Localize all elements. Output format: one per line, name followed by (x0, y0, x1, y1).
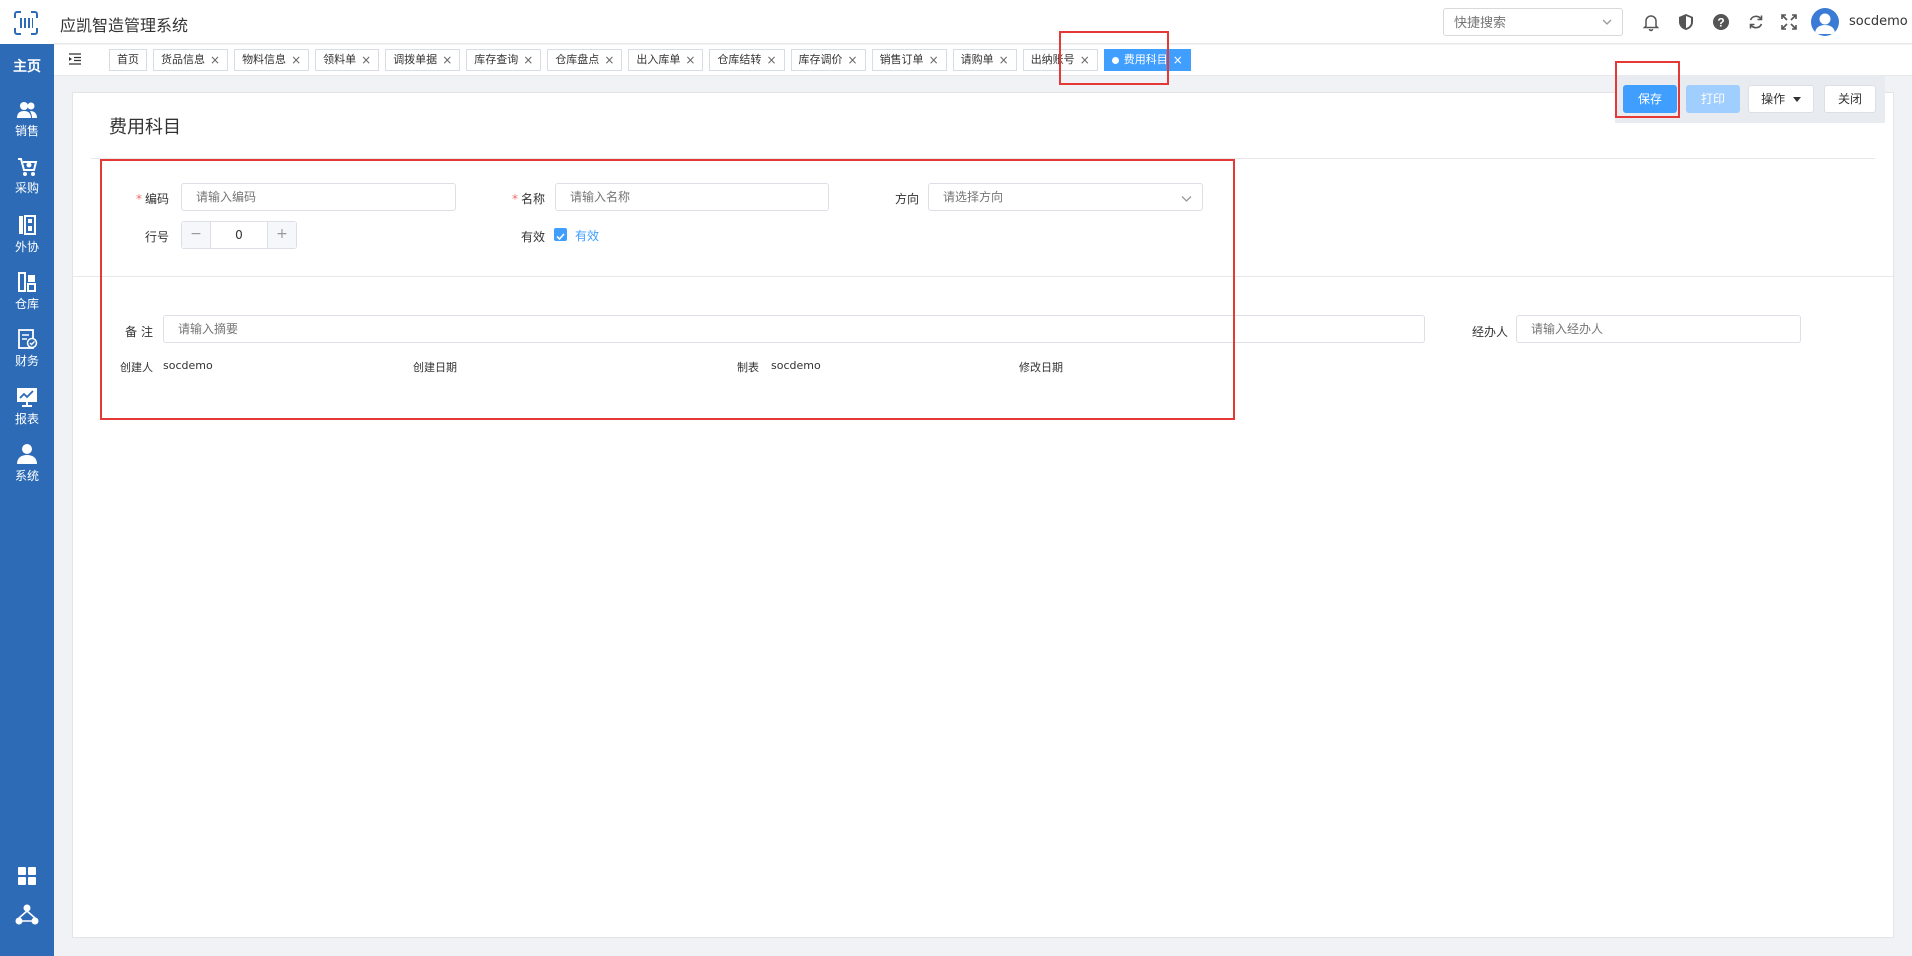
highlight-box-save (1615, 61, 1680, 118)
chevron-down-icon (1602, 19, 1612, 25)
sidebar-item-label: 销售 (14, 124, 39, 138)
network-icon (15, 904, 39, 925)
sidebar: 主页 销售 采购 外协 仓库 财务 报表 系统 (0, 0, 54, 956)
svg-text:?: ? (1717, 16, 1724, 30)
shield-icon[interactable] (1676, 12, 1696, 32)
page-title: 费用科目 (109, 117, 181, 138)
tab-item[interactable]: 物料信息 × (234, 49, 310, 71)
username[interactable]: socdemo (1849, 14, 1908, 29)
user-icon (17, 444, 37, 464)
tab-close-icon[interactable]: × (999, 50, 1009, 70)
tab-close-icon[interactable]: × (210, 50, 220, 70)
network-button[interactable] (0, 904, 54, 930)
tab-label: 货品信息 (161, 53, 205, 66)
tab-close-icon[interactable]: × (685, 50, 695, 70)
sidebar-item-label: 系统 (14, 469, 39, 483)
fullscreen-icon[interactable] (1779, 12, 1799, 32)
tab-label: 物料信息 (242, 53, 287, 66)
apps-grid-button[interactable] (0, 866, 54, 890)
tab-item[interactable]: 货品信息 × (153, 49, 229, 71)
cart-icon (18, 158, 38, 176)
tabs-list: 首页 货品信息 × 物料信息 × 领料单 × 调拨单据 × 库存查询 × 仓库盘点 × 出入库单 × 仓库结转… (109, 49, 1197, 73)
tab-label: 仓库结转 (717, 53, 762, 66)
tab-item[interactable]: 出入库单 × (628, 49, 704, 71)
grid-icon (18, 867, 36, 885)
sidebar-item-label: 报表 (14, 412, 39, 426)
tab-close-icon[interactable]: × (361, 50, 371, 70)
app-title: 应凯智造管理系统 (60, 16, 189, 35)
logo-area (0, 0, 54, 44)
operate-label: 操作 (1761, 92, 1786, 106)
handler-field[interactable] (1516, 315, 1801, 343)
report-icon (17, 388, 37, 407)
sidebar-item-purchase[interactable]: 采购 (0, 157, 54, 196)
refresh-icon[interactable] (1746, 12, 1766, 32)
sidebar-item-finance[interactable]: 财务 (0, 328, 54, 369)
tab-label: 库存调价 (798, 53, 843, 66)
close-button[interactable]: 关闭 (1824, 85, 1876, 113)
finance-icon (18, 329, 38, 349)
tab-label: 领料单 (323, 53, 357, 66)
tab-item[interactable]: 首页 (109, 49, 147, 71)
tab-label: 请购单 (960, 53, 994, 66)
caret-down-icon (1792, 97, 1801, 102)
top-header: 应凯智造管理系统 ? socdemo (54, 0, 1912, 44)
quick-search-input[interactable] (1444, 9, 1622, 35)
warehouse-icon (18, 272, 36, 292)
logo-icon (14, 11, 38, 35)
tab-item[interactable]: 请购单 × (952, 49, 1017, 71)
sidebar-item-report[interactable]: 报表 (0, 386, 54, 427)
tab-item[interactable]: 库存查询 × (466, 49, 542, 71)
avatar[interactable] (1811, 8, 1839, 36)
sidebar-item-label: 仓库 (14, 297, 39, 311)
tab-close-icon[interactable]: × (1173, 50, 1183, 70)
tab-item[interactable]: 领料单 × (315, 49, 380, 71)
sidebar-item-warehouse[interactable]: 仓库 (0, 271, 54, 312)
tab-close-icon[interactable]: × (442, 50, 452, 70)
tab-label: 库存查询 (474, 53, 519, 66)
outsource-icon (19, 215, 36, 235)
highlight-box-form (100, 159, 1235, 420)
tab-item[interactable]: 仓库结转 × (709, 49, 785, 71)
sidebar-item-label: 采购 (14, 181, 39, 195)
tab-close-icon[interactable]: × (604, 50, 614, 70)
tab-label: 首页 (117, 53, 139, 66)
sidebar-item-label: 财务 (14, 354, 39, 368)
bell-icon[interactable] (1641, 12, 1661, 32)
operate-dropdown[interactable]: 操作 (1748, 85, 1814, 113)
sidebar-item-system[interactable]: 系统 (0, 443, 54, 484)
sidebar-item-sales[interactable]: 销售 (0, 100, 54, 139)
tab-label: 出入库单 (636, 53, 681, 66)
tab-close-icon[interactable]: × (848, 50, 858, 70)
tab-item[interactable]: 销售订单 × (871, 49, 947, 71)
tab-item[interactable]: 库存调价 × (790, 49, 866, 71)
sidebar-home[interactable]: 主页 (0, 56, 54, 76)
quick-search-select[interactable] (1443, 8, 1623, 36)
help-icon[interactable]: ? (1711, 12, 1731, 32)
print-button[interactable]: 打印 (1686, 85, 1740, 113)
handler-input[interactable] (1517, 316, 1800, 342)
tab-close-icon[interactable]: × (523, 50, 533, 70)
tab-item[interactable]: 仓库盘点 × (547, 49, 623, 71)
menu-fold-icon[interactable] (68, 52, 82, 66)
sidebar-item-outsource[interactable]: 外协 (0, 214, 54, 255)
highlight-box-tab (1059, 31, 1169, 85)
tab-label: 销售订单 (879, 53, 924, 66)
tab-label: 调拨单据 (393, 53, 438, 66)
handler-label: 经办人 (1471, 325, 1508, 339)
tab-label: 仓库盘点 (555, 53, 600, 66)
tab-item[interactable]: 调拨单据 × (385, 49, 461, 71)
sidebar-item-label: 外协 (14, 240, 39, 254)
tab-close-icon[interactable]: × (929, 50, 939, 70)
tab-close-icon[interactable]: × (766, 50, 776, 70)
users-icon (17, 102, 37, 118)
avatar-icon (1815, 13, 1835, 34)
tab-close-icon[interactable]: × (291, 50, 301, 70)
